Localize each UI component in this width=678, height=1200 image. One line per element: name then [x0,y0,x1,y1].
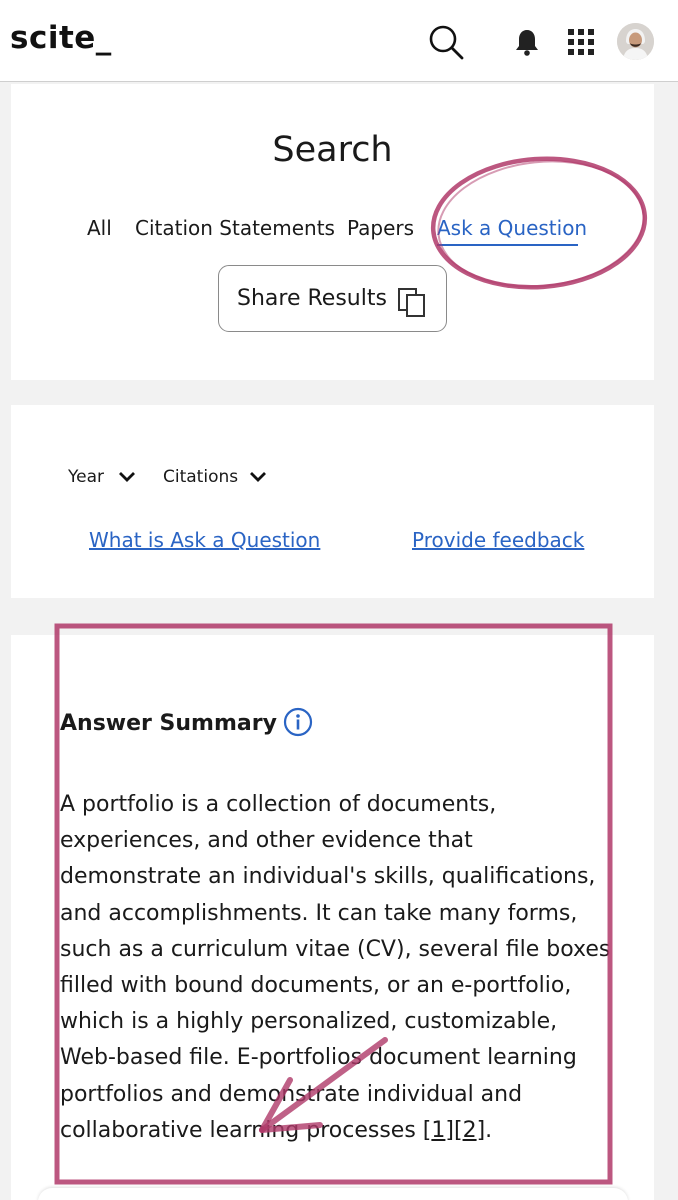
tab-papers[interactable]: Papers [347,216,414,240]
apps-grid-icon[interactable] [568,29,594,55]
tab-all[interactable]: All [87,216,112,240]
search-card: Search All Citation Statements Papers As… [11,84,654,380]
answer-text: A portfolio is a collection of documents… [60,792,611,1143]
answer-summary-text: A portfolio is a collection of documents… [60,787,620,1149]
filters-card: Year Citations What is Ask a Question Pr… [11,405,654,598]
tab-ask-a-question[interactable]: Ask a Question [437,216,587,240]
answer-summary-title: Answer Summary [60,711,277,736]
chevron-down-icon[interactable] [249,471,267,483]
top-bar: scite_ [0,0,678,82]
copy-icon [398,288,425,317]
share-results-label: Share Results [237,286,387,311]
avatar[interactable] [617,23,654,60]
tab-citation-statements[interactable]: Citation Statements [135,216,335,240]
info-icon[interactable] [283,707,313,737]
bottom-sheet [38,1188,628,1200]
share-results-button[interactable]: Share Results [218,265,447,332]
reference-link-1[interactable]: [1] [423,1118,454,1143]
what-is-ask-a-question-link[interactable]: What is Ask a Question [89,528,320,552]
active-tab-indicator [437,244,578,246]
citations-filter[interactable]: Citations [163,467,238,487]
chevron-down-icon[interactable] [118,471,136,483]
provide-feedback-link[interactable]: Provide feedback [412,528,584,552]
reference-link-2[interactable]: [2] [454,1118,485,1143]
answer-end: . [485,1117,493,1143]
scite-logo[interactable]: scite_ [10,20,112,56]
search-icon[interactable] [428,24,464,60]
bell-icon[interactable] [514,28,540,56]
answer-card: Answer Summary A portfolio is a collecti… [11,635,654,1200]
page-title: Search [272,130,393,170]
year-filter[interactable]: Year [68,467,104,487]
